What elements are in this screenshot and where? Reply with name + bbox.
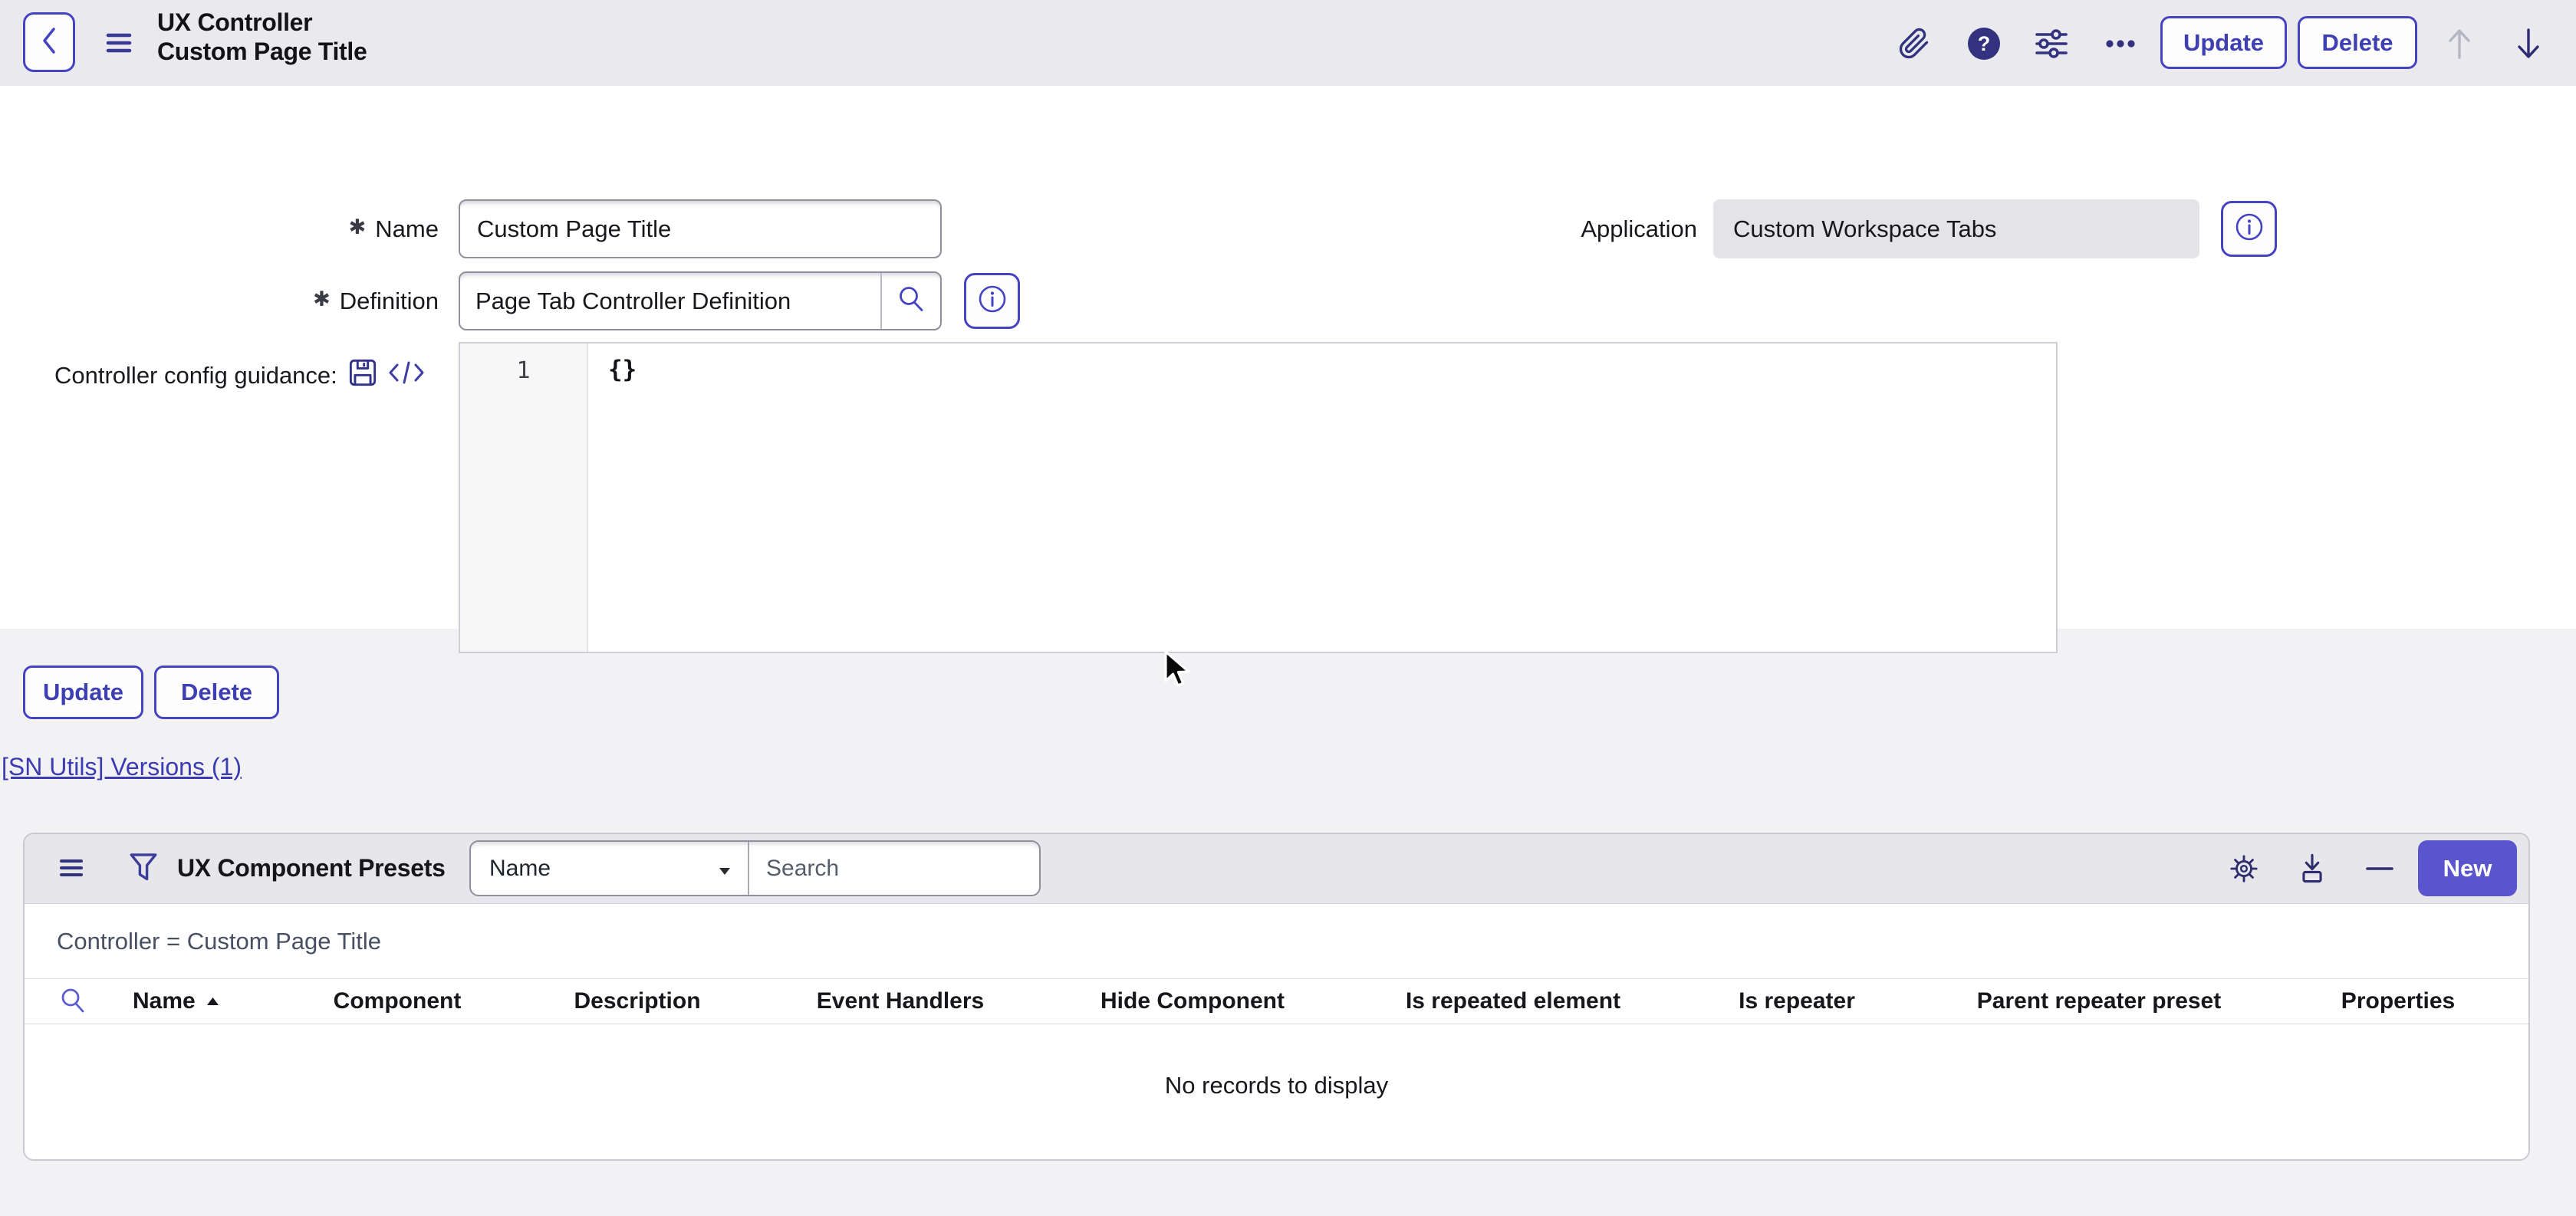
back-chevron-icon bbox=[40, 26, 58, 59]
list-search-control: Name bbox=[469, 840, 1041, 896]
menu-icon[interactable] bbox=[106, 29, 132, 61]
mouse-cursor bbox=[1163, 650, 1196, 692]
column-header-is-repeater[interactable]: Is repeater bbox=[1739, 979, 1855, 1024]
info-icon bbox=[2234, 212, 2265, 246]
line-number: 1 bbox=[516, 357, 530, 384]
empty-list-message: No records to display bbox=[1165, 1072, 1388, 1099]
column-header-description[interactable]: Description bbox=[574, 979, 700, 1024]
scroll-up-icon bbox=[2442, 26, 2477, 61]
editor-gutter: 1 bbox=[460, 343, 588, 652]
filter-icon[interactable] bbox=[128, 852, 159, 888]
related-list-card: UX Component Presets Name bbox=[23, 833, 2530, 1161]
column-header-properties[interactable]: Properties bbox=[2341, 979, 2455, 1024]
list-toolbar: UX Component Presets Name bbox=[25, 834, 2528, 904]
column-header-hide-component[interactable]: Hide Component bbox=[1100, 979, 1285, 1024]
page-title-record-name: Custom Page Title bbox=[157, 37, 367, 66]
screen: UX Controller Custom Page Title ? Update… bbox=[0, 0, 2576, 1216]
search-input[interactable] bbox=[749, 842, 1039, 895]
application-value: Custom Workspace Tabs bbox=[1713, 199, 2199, 258]
gear-icon[interactable] bbox=[2229, 853, 2259, 884]
definition-lookup-button[interactable] bbox=[880, 273, 940, 329]
required-marker: ✱ bbox=[313, 288, 331, 311]
column-header-parent-repeater-preset[interactable]: Parent repeater preset bbox=[1977, 979, 2222, 1024]
form-footer-delete-button[interactable]: Delete bbox=[154, 666, 279, 719]
name-input[interactable] bbox=[459, 199, 942, 258]
guidance-row: Controller config guidance: bbox=[54, 359, 425, 393]
list-search-icon[interactable] bbox=[58, 986, 89, 1023]
code-icon[interactable] bbox=[388, 360, 425, 391]
back-button[interactable] bbox=[23, 12, 75, 72]
column-header-component[interactable]: Component bbox=[334, 979, 462, 1024]
editor-content[interactable]: {} bbox=[588, 343, 2056, 652]
list-filter-breadcrumb[interactable]: Controller = Custom Page Title bbox=[25, 904, 2528, 979]
definition-label: ✱ Definition bbox=[230, 271, 439, 330]
form-footer-update-button[interactable]: Update bbox=[23, 666, 143, 719]
definition-info-button[interactable] bbox=[964, 273, 1020, 329]
name-label: ✱ Name bbox=[230, 199, 439, 258]
paperclip-icon[interactable] bbox=[1897, 26, 1932, 61]
column-header-is-repeated-element[interactable]: Is repeated element bbox=[1406, 979, 1620, 1024]
required-marker: ✱ bbox=[349, 215, 367, 239]
definition-input[interactable] bbox=[460, 273, 880, 329]
search-column-select[interactable]: Name bbox=[471, 842, 749, 895]
help-icon[interactable]: ? bbox=[1968, 28, 2000, 60]
update-button[interactable]: Update bbox=[2160, 16, 2287, 69]
guidance-label: Controller config guidance: bbox=[54, 362, 337, 389]
scroll-down-icon[interactable] bbox=[2511, 26, 2546, 61]
page-title: UX Controller Custom Page Title bbox=[157, 8, 367, 66]
more-icon[interactable] bbox=[2103, 26, 2138, 61]
form-header-bar: UX Controller Custom Page Title ? Update… bbox=[0, 0, 2576, 86]
page-title-record-type: UX Controller bbox=[157, 8, 367, 37]
save-icon[interactable] bbox=[348, 358, 377, 393]
search-icon bbox=[896, 284, 926, 318]
application-info-button[interactable] bbox=[2221, 201, 2277, 257]
delete-button[interactable]: Delete bbox=[2298, 16, 2417, 69]
sort-asc-icon bbox=[206, 997, 219, 1006]
column-header-name[interactable]: Name bbox=[133, 979, 219, 1024]
info-icon bbox=[977, 284, 1008, 318]
collapse-icon[interactable] bbox=[2364, 853, 2395, 884]
download-icon[interactable] bbox=[2297, 853, 2328, 884]
list-title: UX Component Presets bbox=[177, 854, 446, 882]
column-header-event-handlers[interactable]: Event Handlers bbox=[817, 979, 984, 1024]
record-form: ✱ Name Application Custom Workspace Tabs… bbox=[0, 86, 2576, 629]
versions-link[interactable]: [SN Utils] Versions (1) bbox=[2, 753, 242, 781]
list-body: No records to display bbox=[25, 1024, 2528, 1161]
new-button[interactable]: New bbox=[2418, 840, 2517, 896]
application-label: Application bbox=[1457, 199, 1697, 258]
sliders-icon[interactable] bbox=[2034, 26, 2069, 61]
help-glyph: ? bbox=[1978, 32, 1991, 56]
list-column-headers: Name Component Description Event Handler… bbox=[25, 979, 2528, 1024]
caret-down-icon bbox=[719, 856, 731, 882]
list-menu-icon[interactable] bbox=[59, 855, 84, 885]
search-box bbox=[749, 842, 1039, 895]
definition-reference-field bbox=[459, 271, 942, 330]
guidance-code-editor[interactable]: 1 {} bbox=[459, 342, 2058, 653]
